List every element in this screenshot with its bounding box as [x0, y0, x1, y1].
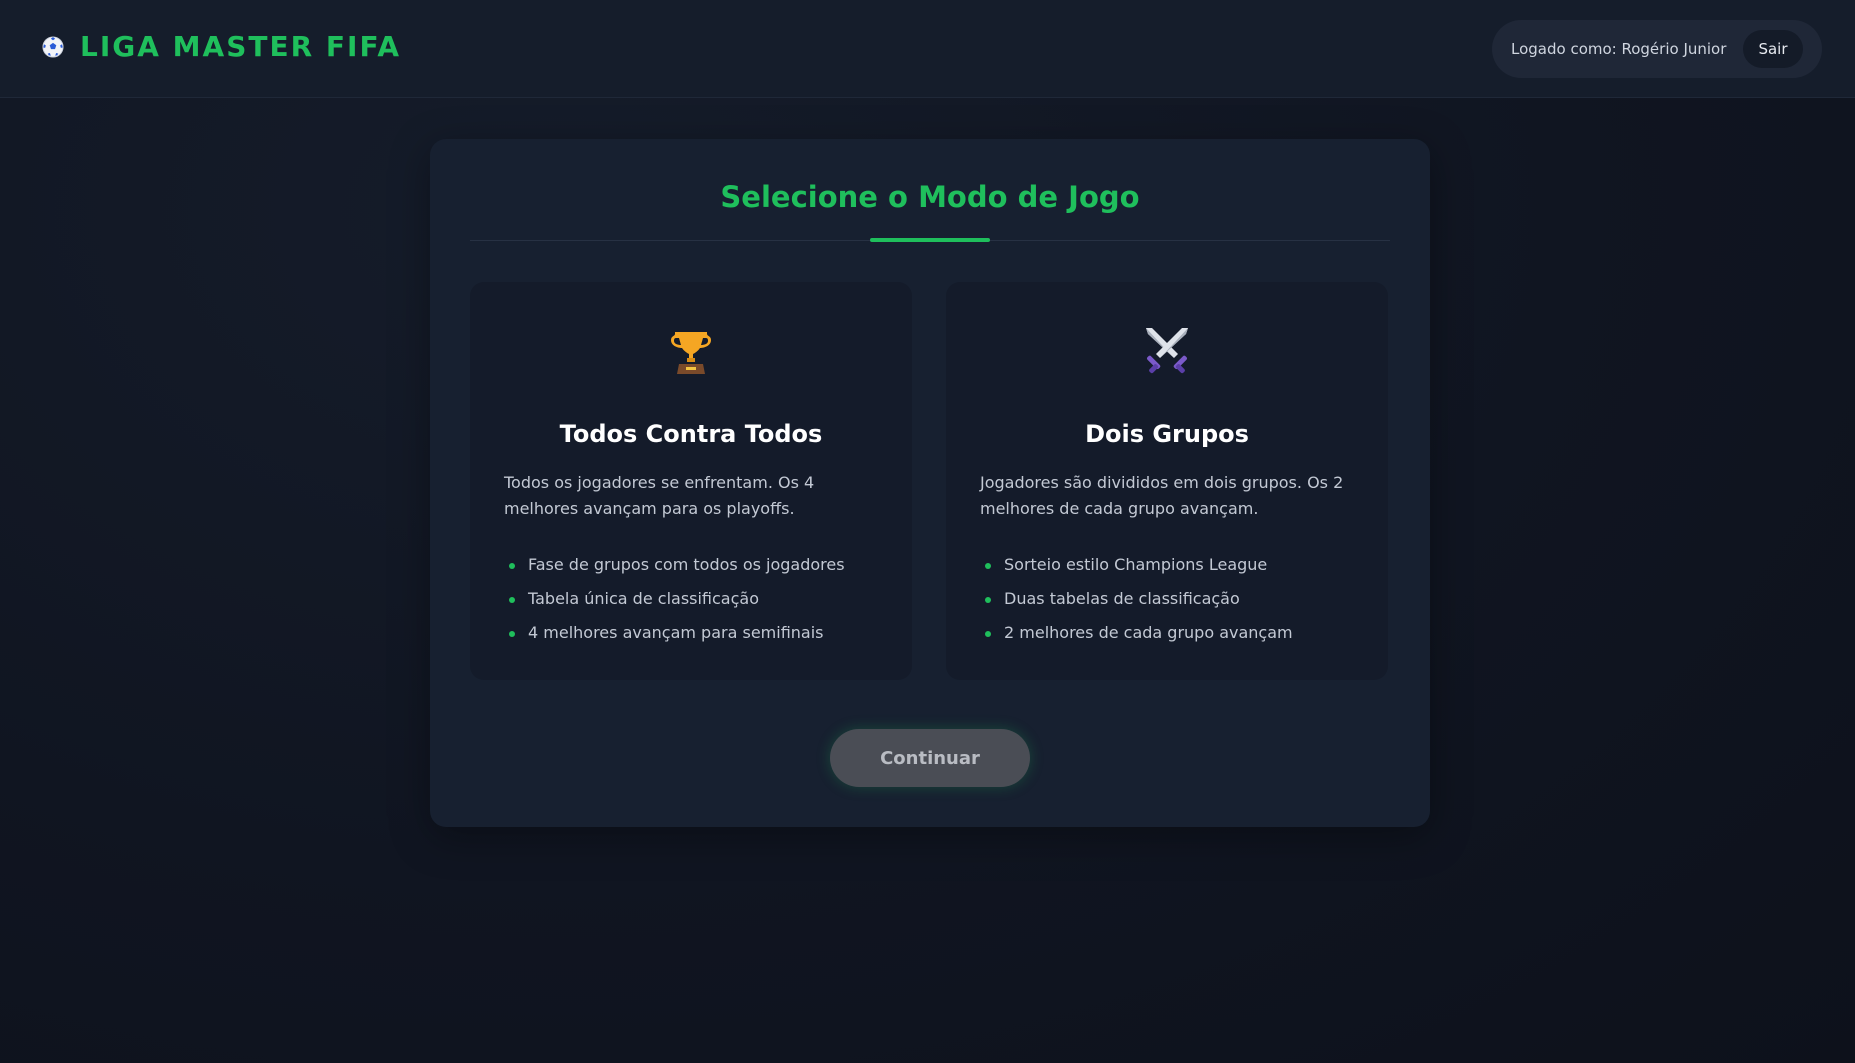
card-icon-wrapper: [946, 326, 1388, 376]
card-title: Dois Grupos: [1085, 420, 1249, 448]
card-description: Todos os jogadores se enfrentam. Os 4 me…: [504, 473, 815, 518]
feature-text: 2 melhores de cada grupo avançam: [1004, 623, 1293, 642]
user-session: Logado como: Rogério Junior Sair: [1492, 20, 1822, 78]
list-item: Fase de grupos com todos os jogadores: [504, 548, 845, 582]
bullet-icon: [985, 631, 991, 637]
list-item: Duas tabelas de classificação: [980, 582, 1293, 616]
list-item: 2 melhores de cada grupo avançam: [980, 616, 1293, 650]
card-description: Jogadores são divididos em dois grupos. …: [980, 473, 1344, 518]
feature-text: Fase de grupos com todos os jogadores: [528, 555, 845, 574]
logged-user-label: Logado como: Rogério Junior: [1511, 40, 1727, 58]
panel-content: Selecione o Modo de Jogo Todos Contra To…: [430, 0, 1430, 1063]
crossed-swords-icon: [1146, 328, 1188, 374]
list-item: Tabela única de classificação: [504, 582, 845, 616]
bullet-icon: [509, 563, 515, 569]
bullet-icon: [985, 563, 991, 569]
brand[interactable]: LIGA MASTER FIFA: [42, 30, 401, 63]
soccer-ball-icon: [42, 35, 64, 58]
feature-text: Duas tabelas de classificação: [1004, 589, 1240, 608]
page-title: Selecione o Modo de Jogo: [720, 180, 1140, 214]
brand-title: LIGA MASTER FIFA: [80, 30, 402, 63]
title-accent-bar: [870, 238, 990, 242]
trophy-icon: [671, 332, 711, 374]
feature-list: Sorteio estilo Champions League Duas tab…: [980, 548, 1293, 650]
card-icon-wrapper: [470, 326, 912, 376]
bullet-icon: [509, 631, 515, 637]
feature-list: Fase de grupos com todos os jogadores Ta…: [504, 548, 845, 650]
card-title: Todos Contra Todos: [559, 420, 823, 448]
list-item: Sorteio estilo Champions League: [980, 548, 1293, 582]
continue-button[interactable]: Continuar: [830, 729, 1030, 787]
mode-card-dois-grupos[interactable]: Dois Grupos Jogadores são divididos em d…: [946, 282, 1388, 680]
bullet-icon: [985, 597, 991, 603]
bullet-icon: [509, 597, 515, 603]
feature-text: Tabela única de classificação: [528, 589, 759, 608]
app-page: LIGA MASTER FIFA Logado como: Rogério Ju…: [0, 0, 1855, 1063]
logout-button[interactable]: Sair: [1743, 30, 1803, 68]
mode-card-todos-contra-todos[interactable]: Todos Contra Todos Todos os jogadores se…: [470, 282, 912, 680]
feature-text: Sorteio estilo Champions League: [1004, 555, 1268, 574]
list-item: 4 melhores avançam para semifinais: [504, 616, 845, 650]
feature-text: 4 melhores avançam para semifinais: [528, 623, 824, 642]
